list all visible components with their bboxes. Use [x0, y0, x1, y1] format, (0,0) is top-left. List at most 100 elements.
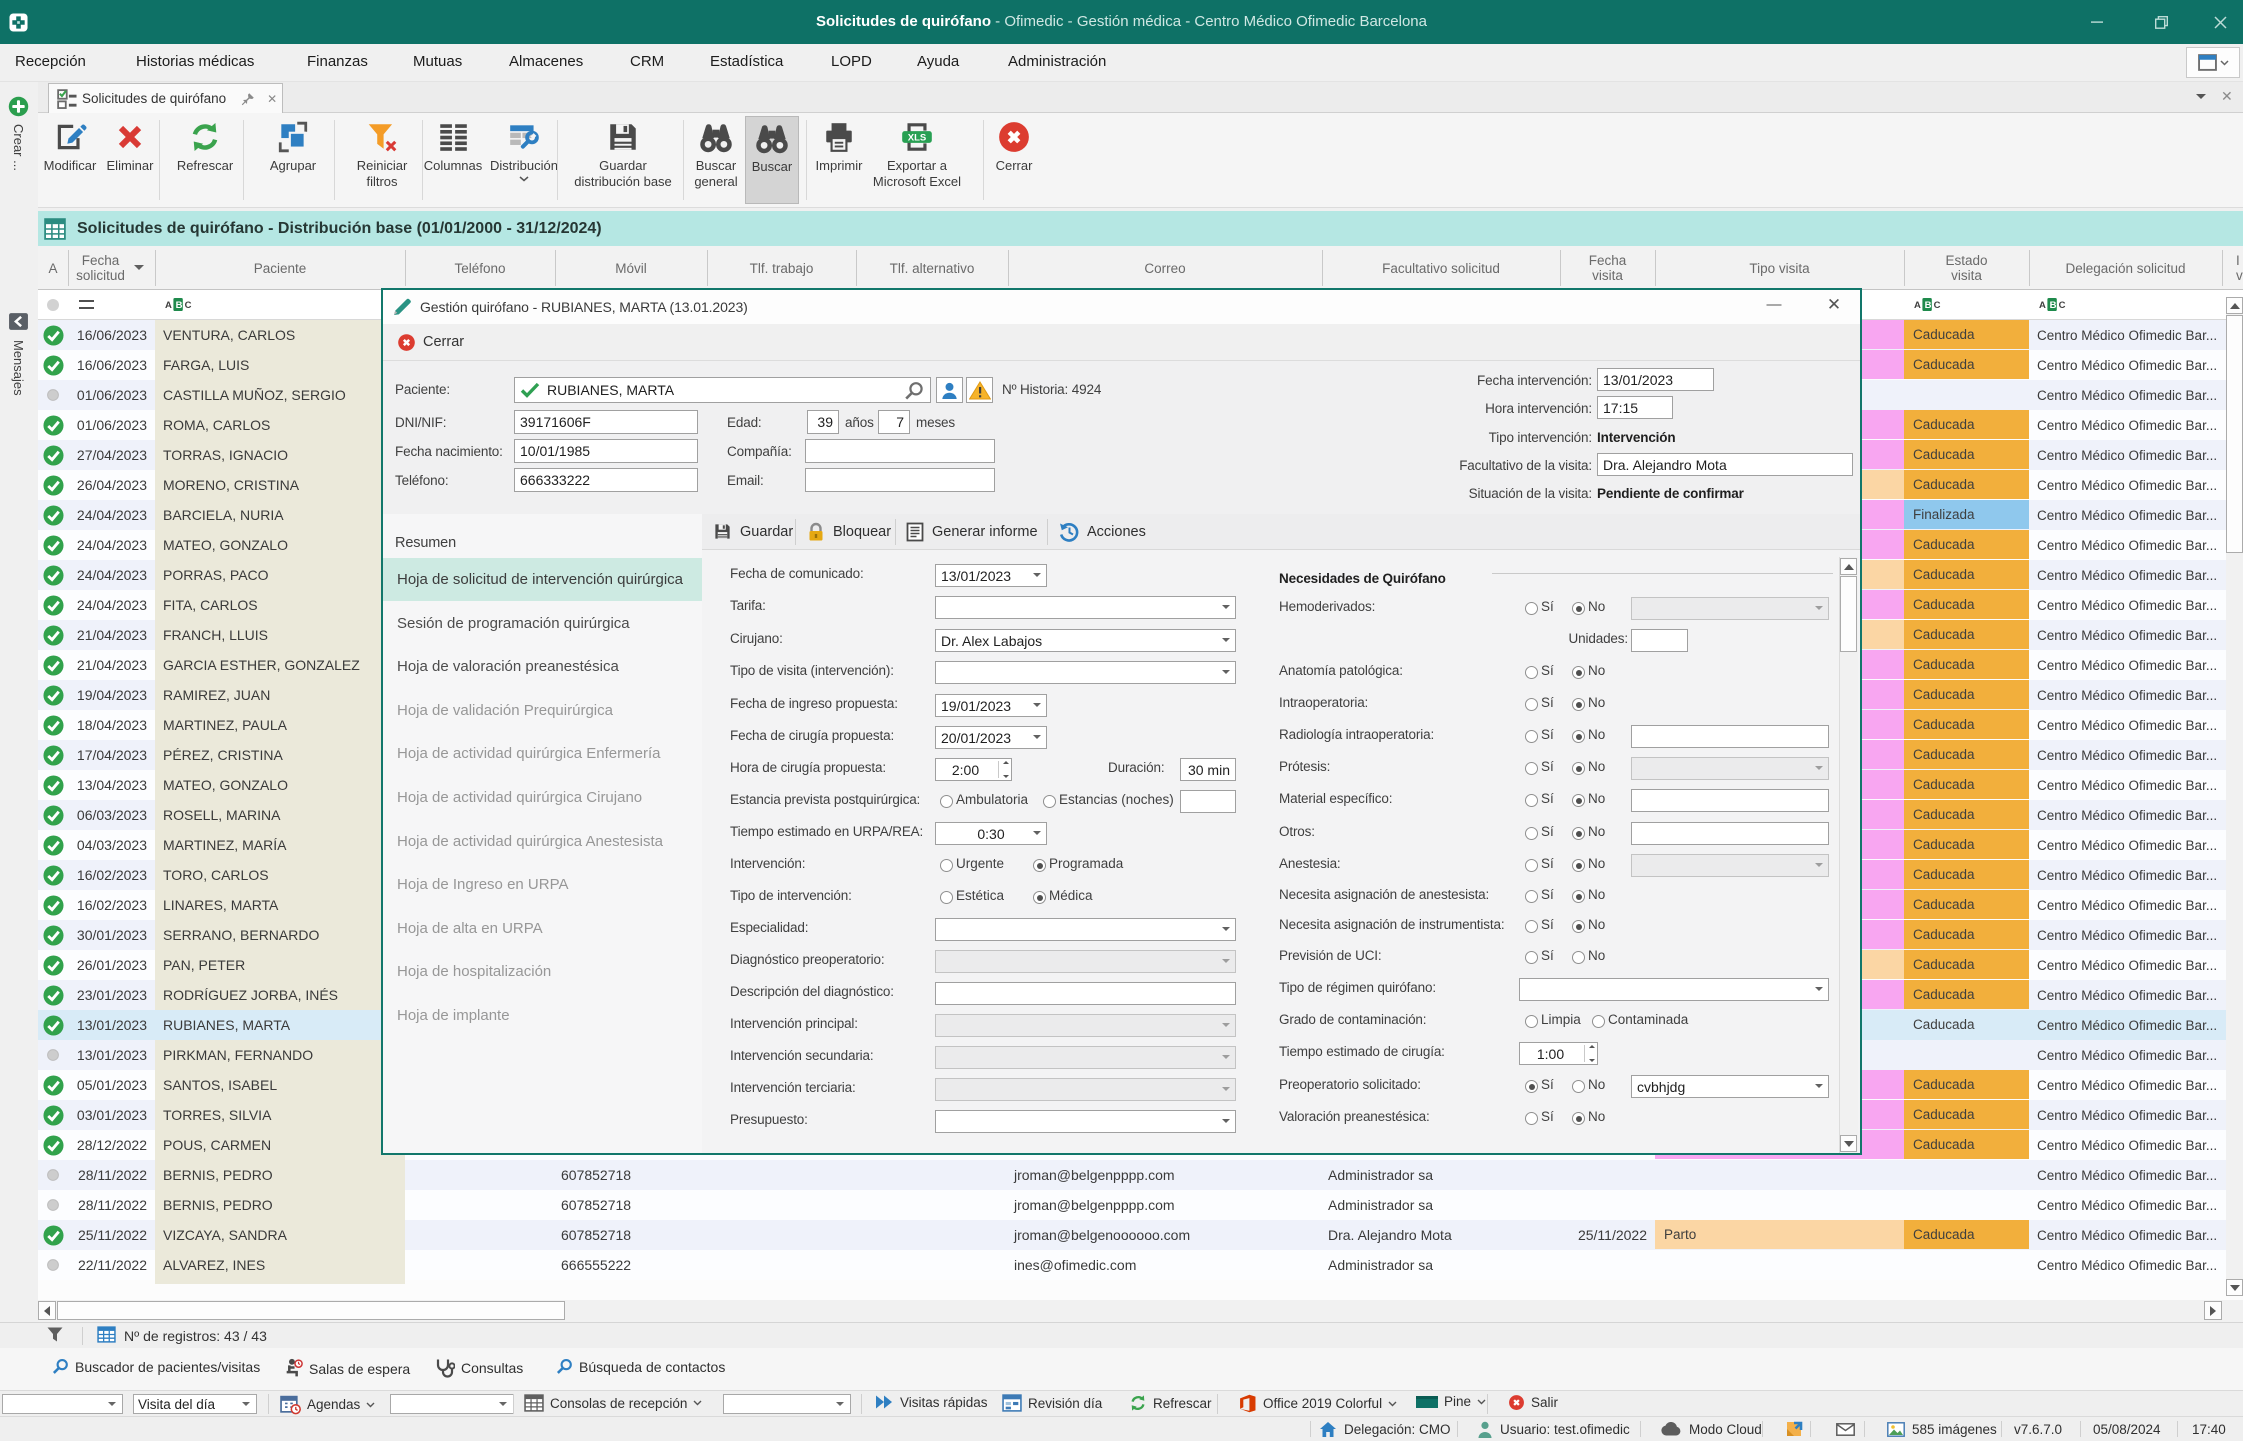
dialog-nav-item-9[interactable]: Hoja de hospitalización — [383, 950, 702, 993]
dialog-scroll-down[interactable] — [1840, 1135, 1857, 1152]
crear-label[interactable]: Crear ... — [11, 124, 26, 171]
imprimir-button[interactable]: Imprimir — [807, 116, 871, 204]
scroll-left-button[interactable] — [38, 1301, 56, 1320]
eliminar-button[interactable]: Eliminar — [102, 116, 158, 204]
radio-button[interactable] — [1525, 794, 1538, 807]
spinner-down-icon[interactable] — [1003, 775, 1009, 778]
bottom-combo-1[interactable]: Visita del día — [133, 1394, 257, 1414]
column-header[interactable]: Facultativo solicitud — [1322, 246, 1560, 290]
radio-button[interactable] — [1525, 859, 1538, 872]
fecha-ingreso-combo[interactable]: 19/01/2023 — [935, 694, 1047, 717]
meses-input[interactable]: 7 — [878, 410, 910, 434]
column-separator[interactable] — [2029, 250, 2030, 286]
mensajes-button[interactable] — [8, 312, 29, 334]
urpa-combo[interactable]: 0:30 — [935, 822, 1047, 845]
mensajes-label[interactable]: Mensajes — [11, 340, 26, 396]
tiempo-cirugia-spinner[interactable]: 1:00 — [1519, 1042, 1598, 1065]
radio-button[interactable] — [1525, 666, 1538, 679]
consolas-button[interactable]: Consolas de recepción — [524, 1394, 702, 1412]
scroll-right-button[interactable] — [2204, 1301, 2222, 1320]
radio-button[interactable] — [1525, 920, 1538, 933]
hemoderivados-combo[interactable] — [1631, 597, 1829, 620]
buscar-general-button[interactable]: Buscar general — [688, 116, 744, 204]
dialog-scrollbar[interactable] — [1839, 557, 1858, 1153]
hora-cirugia-spinner[interactable]: 2:00 — [935, 758, 1012, 781]
radio-button[interactable] — [1033, 891, 1046, 904]
tab-solicitudes[interactable]: Solicitudes de quirófano ✕ — [48, 83, 283, 113]
dialog-nav-item-4[interactable]: Hoja de actividad quirúrgica Enfermería — [383, 732, 702, 775]
patient-profile-button[interactable] — [936, 377, 963, 403]
agendas-button[interactable]: Agendas — [280, 1394, 375, 1415]
menu-item-9[interactable]: Administración — [1008, 53, 1106, 70]
column-separator[interactable] — [1655, 250, 1656, 286]
scroll-down-button[interactable] — [2226, 1279, 2243, 1296]
shortcut-2[interactable]: Consultas — [435, 1358, 523, 1378]
radio-button[interactable] — [1572, 920, 1585, 933]
status-mail-icon[interactable] — [1836, 1417, 1855, 1441]
descripcion-input[interactable] — [935, 982, 1236, 1005]
diagnostico-combo[interactable] — [935, 950, 1236, 973]
horizontal-scroll-thumb[interactable] — [57, 1301, 565, 1320]
dialog-nav-item-2[interactable]: Hoja de valoración preanestésica — [383, 645, 702, 688]
acciones-action[interactable]: Acciones — [1059, 514, 1146, 549]
column-separator[interactable] — [1904, 250, 1905, 286]
close-button[interactable] — [2197, 0, 2243, 44]
dialog-cerrar-button[interactable]: Cerrar — [397, 333, 464, 352]
radio-button[interactable] — [1525, 1015, 1538, 1028]
pine-theme-button[interactable]: Pine — [1416, 1394, 1486, 1409]
filter-dot-icon[interactable] — [47, 299, 59, 311]
window-select-button[interactable] — [2186, 47, 2240, 78]
radio-button[interactable] — [1525, 698, 1538, 711]
tipo-visita-combo[interactable] — [935, 661, 1236, 684]
column-separator[interactable] — [155, 250, 156, 286]
paciente-input[interactable]: RUBIANES, MARTA — [514, 377, 931, 403]
dialog-minimize-button[interactable]: — — [1763, 296, 1785, 318]
dialog-close-button[interactable]: ✕ — [1823, 295, 1845, 317]
menu-item-2[interactable]: Finanzas — [307, 53, 368, 70]
intervencion-terciaria-combo[interactable] — [935, 1078, 1236, 1101]
dialog-nav-item-6[interactable]: Hoja de actividad quirúrgica Anestesista — [383, 820, 702, 863]
revision-dia-button[interactable]: Revisión día — [1002, 1394, 1102, 1412]
tab-close-icon[interactable]: ✕ — [267, 92, 277, 106]
agrupar-button[interactable]: Agrupar — [256, 116, 330, 204]
column-separator[interactable] — [707, 250, 708, 286]
bottom-combo-3[interactable] — [723, 1394, 851, 1414]
menu-item-7[interactable]: LOPD — [831, 53, 872, 70]
dialog-scroll-thumb[interactable] — [1840, 576, 1857, 652]
crear-button[interactable] — [8, 96, 29, 120]
column-header[interactable]: Estado visita — [1904, 246, 2029, 290]
vertical-scroll-thumb[interactable] — [2226, 315, 2243, 553]
radio-button[interactable] — [1592, 1015, 1605, 1028]
column-header[interactable]: Correo — [1008, 246, 1322, 290]
radio-button[interactable] — [1572, 730, 1585, 743]
minimize-button[interactable] — [2074, 0, 2120, 44]
status-note-icon[interactable] — [1785, 1417, 1803, 1441]
abc-filter-icon[interactable]: ABC — [2039, 297, 2069, 315]
column-separator[interactable] — [555, 250, 556, 286]
salir-button[interactable]: Salir — [1508, 1394, 1558, 1411]
generar-informe-action[interactable]: Generar informe — [906, 514, 1038, 549]
menu-item-1[interactable]: Historias médicas — [136, 53, 254, 70]
tab-strip-close-icon[interactable]: ✕ — [2221, 88, 2233, 105]
preoperatorio-combo[interactable]: cvbhjdg — [1631, 1075, 1829, 1098]
tab-list-dropdown-icon[interactable] — [2196, 94, 2206, 99]
menu-item-6[interactable]: Estadística — [710, 53, 783, 70]
radio-button[interactable] — [1525, 762, 1538, 775]
dialog-nav-item-8[interactable]: Hoja de alta en URPA — [383, 907, 702, 950]
restore-button[interactable] — [2138, 0, 2184, 44]
radiologia-input[interactable] — [1631, 725, 1829, 748]
column-header[interactable]: Móvil — [555, 246, 707, 290]
abc-filter-icon[interactable]: ABC — [1914, 297, 1944, 315]
radio-button[interactable] — [1033, 859, 1046, 872]
column-header[interactable]: Paciente — [155, 246, 405, 290]
column-separator[interactable] — [1560, 250, 1561, 286]
column-separator[interactable] — [68, 250, 69, 286]
radio-button[interactable] — [1572, 602, 1585, 615]
radio-button[interactable] — [940, 891, 953, 904]
presupuesto-combo[interactable] — [935, 1110, 1236, 1133]
dialog-nav-item-7[interactable]: Hoja de Ingreso en URPA — [383, 863, 702, 906]
radio-button[interactable] — [1572, 762, 1585, 775]
menu-item-8[interactable]: Ayuda — [917, 53, 959, 70]
column-header[interactable]: A — [38, 246, 68, 290]
column-separator[interactable] — [405, 250, 406, 286]
